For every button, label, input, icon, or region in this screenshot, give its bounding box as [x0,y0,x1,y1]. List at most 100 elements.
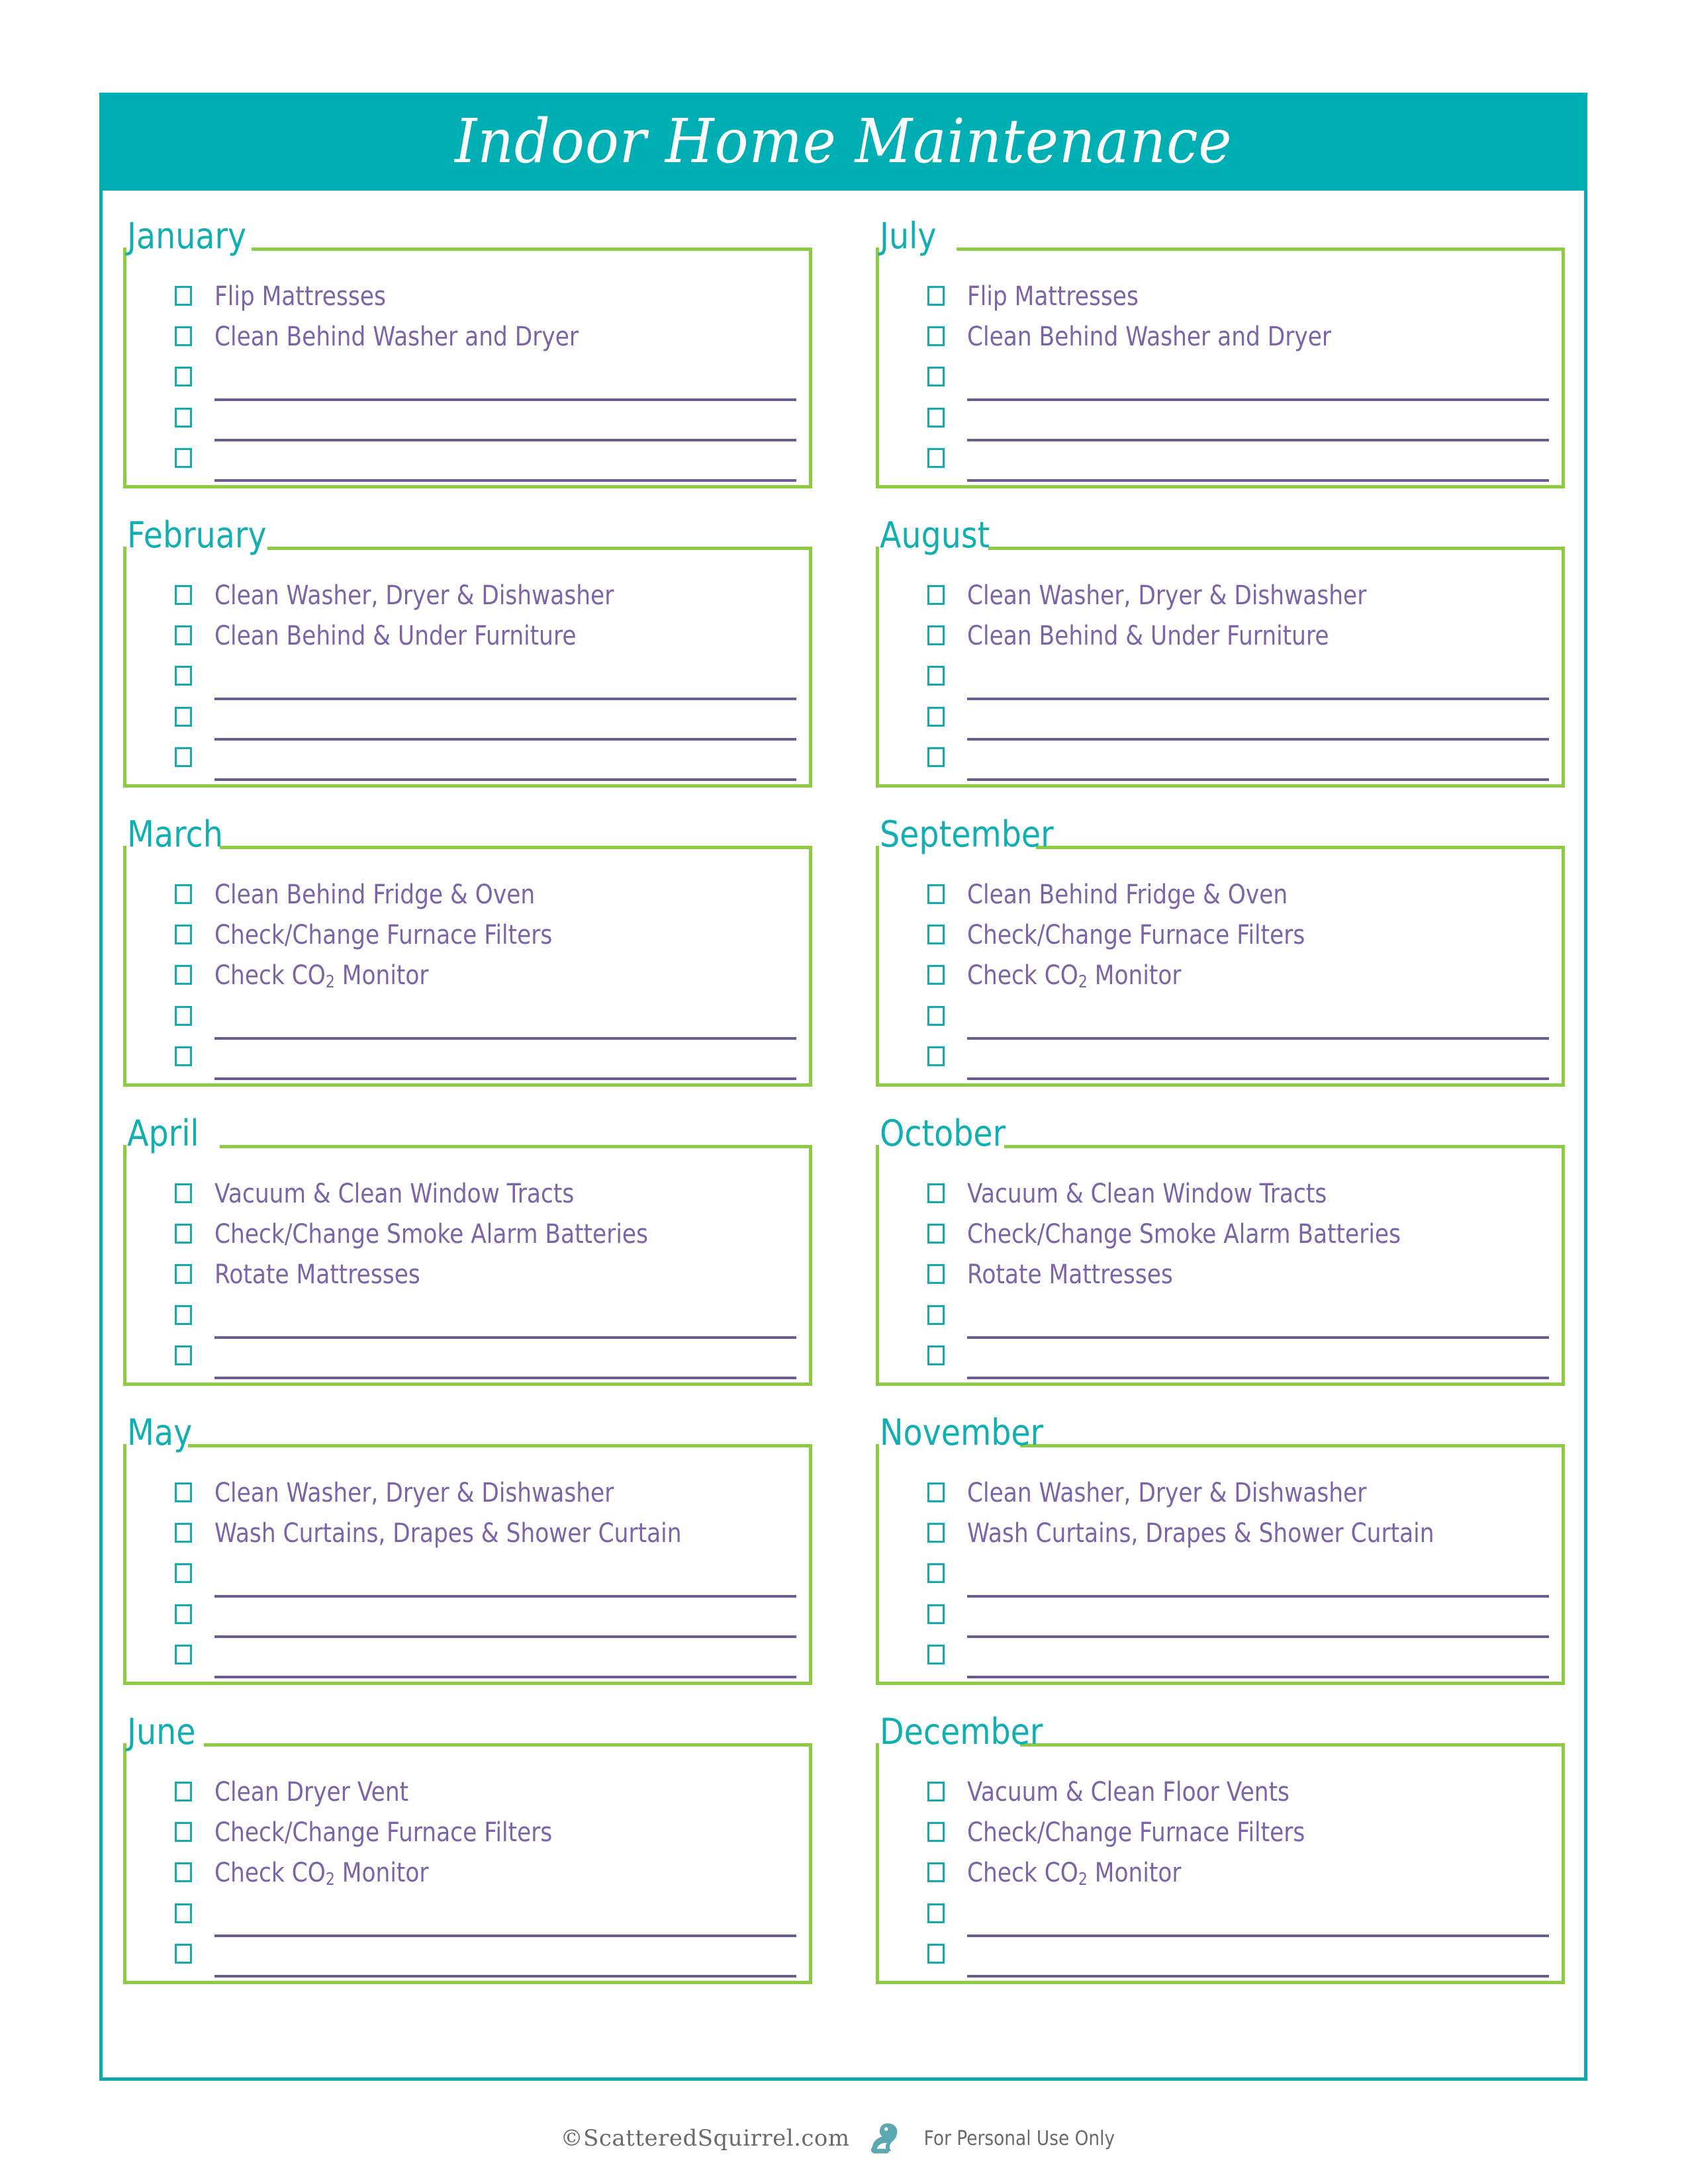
checkbox-icon[interactable] [175,1604,192,1624]
write-in-line[interactable] [214,1635,796,1638]
checkbox-icon[interactable] [175,1644,192,1664]
write-in-line[interactable] [967,778,1549,782]
checkbox-icon[interactable] [175,625,192,646]
checklist-item-row: Wash Curtains, Drapes & Shower Curtain [927,1519,1549,1559]
write-in-line[interactable] [214,1377,796,1380]
checkbox-icon[interactable] [175,1005,192,1026]
write-in-line[interactable] [214,1077,796,1081]
checkbox-icon[interactable] [927,1224,945,1244]
checkbox-icon[interactable] [175,1822,192,1843]
checkbox-icon[interactable] [927,1782,945,1801]
checkbox-icon[interactable] [927,1345,945,1365]
write-in-line[interactable] [214,438,796,441]
checklist-item-row: Flip Mattresses [927,282,1549,322]
checkbox-icon[interactable] [175,1523,192,1543]
checkbox-icon[interactable] [175,585,192,605]
checkbox-icon[interactable] [175,884,192,904]
checkbox-icon[interactable] [927,1903,945,1923]
checkbox-icon[interactable] [927,447,945,468]
checkbox-icon[interactable] [927,747,945,767]
checkbox-icon[interactable] [927,1304,945,1325]
write-in-line[interactable] [214,1676,796,1679]
checkbox-icon[interactable] [927,1482,945,1502]
write-in-line[interactable] [967,1377,1549,1380]
write-in-line[interactable] [967,697,1549,700]
checklist-item-row: Rotate Mattresses [175,1260,796,1300]
checkbox-icon[interactable] [175,1183,192,1203]
checklist-item-row: Clean Behind & Under Furniture [175,621,796,662]
checkbox-icon[interactable] [927,965,945,985]
checklist-item-label: Check CO2 Monitor [214,1858,429,1889]
checkbox-icon[interactable] [927,1604,945,1624]
checkbox-icon[interactable] [927,585,945,605]
checkbox-icon[interactable] [175,666,192,686]
checkbox-icon[interactable] [175,1264,192,1285]
write-in-line[interactable] [967,737,1549,741]
checklist-item-label: Clean Washer, Dryer & Dishwasher [214,580,614,611]
checkbox-icon[interactable] [927,625,945,646]
checkbox-icon[interactable] [175,1482,192,1502]
write-in-line[interactable] [214,1975,796,1978]
write-in-line[interactable] [967,1635,1549,1638]
write-in-line[interactable] [967,1594,1549,1598]
checkbox-icon[interactable] [927,286,945,306]
checkbox-icon[interactable] [927,1264,945,1285]
checkbox-icon[interactable] [927,884,945,904]
write-in-line[interactable] [214,1934,796,1937]
checkbox-icon[interactable] [175,1304,192,1325]
write-in-line[interactable] [214,697,796,700]
checkbox-icon[interactable] [175,1862,192,1883]
checkbox-icon[interactable] [175,1046,192,1066]
write-in-line[interactable] [967,438,1549,441]
checkbox-icon[interactable] [175,407,192,428]
checkbox-icon[interactable] [175,1782,192,1801]
write-in-line[interactable] [967,1676,1549,1679]
checkbox-icon[interactable] [175,706,192,727]
checkbox-icon[interactable] [927,925,945,945]
write-in-line[interactable] [214,1336,796,1339]
month-cell-june: June Clean Dryer Vent Check/Change Furnace… [123,1714,812,2013]
checkbox-icon[interactable] [927,1183,945,1203]
checklist-item-row: Check/Change Furnace Filters [175,921,796,961]
write-in-line[interactable] [967,1036,1549,1040]
write-in-line[interactable] [967,1077,1549,1081]
write-in-line[interactable] [214,737,796,741]
month-box-top-rule [188,1444,812,1447]
checkbox-icon[interactable] [927,1005,945,1026]
write-in-line[interactable] [967,1336,1549,1339]
checkbox-icon[interactable] [175,1943,192,1964]
month-box-top-rule [1004,1145,1565,1148]
checkbox-icon[interactable] [175,286,192,306]
checkbox-icon[interactable] [175,965,192,985]
write-in-line[interactable] [967,398,1549,401]
checkbox-icon[interactable] [927,1563,945,1584]
checkbox-icon[interactable] [175,367,192,387]
checkbox-icon[interactable] [927,407,945,428]
checkbox-icon[interactable] [927,706,945,727]
checkbox-icon[interactable] [175,1345,192,1365]
write-in-line[interactable] [214,398,796,401]
write-in-line[interactable] [214,778,796,782]
write-in-line[interactable] [967,479,1549,482]
checkbox-icon[interactable] [175,747,192,767]
write-in-line[interactable] [214,479,796,482]
checkbox-icon[interactable] [927,1523,945,1543]
checkbox-icon[interactable] [927,1862,945,1883]
checkbox-icon[interactable] [927,1046,945,1066]
checkbox-icon[interactable] [927,1822,945,1843]
checkbox-icon[interactable] [175,447,192,468]
checkbox-icon[interactable] [927,666,945,686]
write-in-line[interactable] [214,1036,796,1040]
checkbox-icon[interactable] [175,1224,192,1244]
checkbox-icon[interactable] [175,1903,192,1923]
checkbox-icon[interactable] [175,925,192,945]
checkbox-icon[interactable] [927,326,945,347]
checkbox-icon[interactable] [927,1943,945,1964]
checkbox-icon[interactable] [927,1644,945,1664]
write-in-line[interactable] [967,1975,1549,1978]
checkbox-icon[interactable] [927,367,945,387]
checkbox-icon[interactable] [175,1563,192,1584]
write-in-line[interactable] [214,1594,796,1598]
checkbox-icon[interactable] [175,326,192,347]
write-in-line[interactable] [967,1934,1549,1937]
